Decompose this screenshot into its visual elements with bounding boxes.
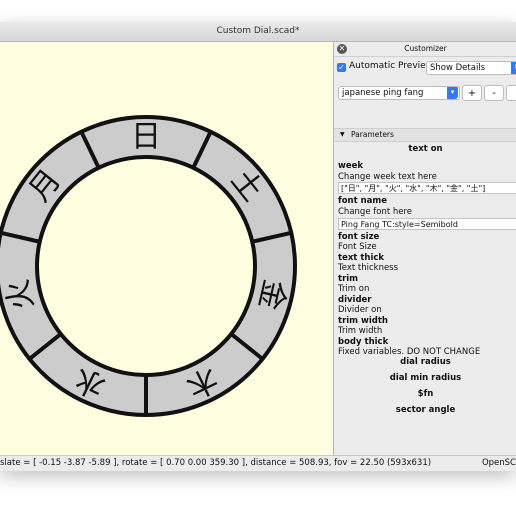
customizer-header: ✕ Customizer bbox=[334, 42, 516, 57]
param-name-week: week bbox=[338, 161, 364, 171]
dial-preview: 日土金木水火月 bbox=[0, 115, 297, 417]
dial-label: 日 bbox=[131, 120, 161, 155]
app-window: Custom Dial.scad* 日土金木水火月 ✕ Customizer ✓… bbox=[0, 22, 516, 471]
auto-preview-checkbox[interactable]: ✓ bbox=[337, 63, 346, 72]
details-select[interactable]: Show Details ⇕ bbox=[426, 61, 516, 75]
param-name-font-size: font size bbox=[338, 232, 380, 242]
param-name-trim-width: trim width bbox=[338, 316, 388, 326]
preview-options-row: ✓ Automatic Preview Show Details ⇕ bbox=[334, 57, 516, 79]
font-name-input[interactable]: Ping Fang TC:style=Semibold bbox=[338, 218, 516, 230]
param-name-text-thick: text thick bbox=[338, 253, 385, 263]
param-desc-week: Change week text here bbox=[338, 172, 437, 182]
remove-preset-button[interactable]: - bbox=[484, 85, 504, 101]
param-desc-font-size: Font Size bbox=[338, 242, 377, 252]
customizer-panel: ✕ Customizer ✓ Automatic Preview Show De… bbox=[333, 42, 516, 455]
param-desc-trim-width: Trim width bbox=[338, 326, 383, 336]
param-name-body-thick: body thick bbox=[338, 337, 389, 347]
chevron-down-icon: ▾ bbox=[447, 87, 458, 99]
param-desc-body-thick: Fixed variables. DO NOT CHANGE bbox=[338, 347, 481, 357]
status-brand: OpenSC bbox=[481, 458, 516, 468]
section-sector-angle: sector angle bbox=[395, 405, 456, 415]
preset-select-value: japanese ping fang bbox=[342, 88, 424, 98]
param-name-trim: trim bbox=[338, 274, 359, 284]
tab-heading: text on bbox=[408, 144, 443, 154]
section-dial-min-radius: dial min radius bbox=[389, 373, 462, 383]
parameters-label: Parameters bbox=[351, 130, 394, 139]
status-bar: slate = [ -0.15 -3.87 -5.89 ], rotate = … bbox=[0, 455, 516, 471]
param-desc-font-name: Change font here bbox=[338, 207, 413, 217]
section-dial-radius: dial radius bbox=[400, 357, 451, 367]
extra-preset-button[interactable] bbox=[506, 85, 516, 101]
auto-preview-label: Automatic Preview bbox=[349, 61, 434, 71]
window-title: Custom Dial.scad* bbox=[0, 22, 516, 42]
param-name-divider: divider bbox=[338, 295, 372, 305]
disclosure-triangle-icon: ▼ bbox=[340, 131, 345, 138]
add-preset-button[interactable]: + bbox=[462, 85, 482, 101]
preview-viewport[interactable]: 日土金木水火月 bbox=[0, 42, 333, 455]
param-desc-text-thick: Text thickness bbox=[338, 263, 399, 273]
param-name-font-name: font name bbox=[338, 196, 388, 206]
preset-row: japanese ping fang ▾ + - bbox=[334, 79, 516, 109]
week-input[interactable]: ["日", "月", "火", "水", "木", "金", "土"] bbox=[338, 182, 516, 194]
parameters-header[interactable]: ▼ Parameters bbox=[334, 128, 516, 142]
customizer-title: Customizer bbox=[404, 44, 447, 53]
details-select-value: Show Details bbox=[430, 63, 486, 73]
param-desc-trim: Trim on bbox=[338, 284, 370, 294]
status-text: slate = [ -0.15 -3.87 -5.89 ], rotate = … bbox=[0, 458, 432, 468]
param-desc-divider: Divider on bbox=[338, 305, 382, 315]
section-fn: $fn bbox=[417, 389, 434, 399]
chevron-down-icon: ⇕ bbox=[511, 62, 516, 74]
preset-select[interactable]: japanese ping fang ▾ bbox=[338, 86, 460, 100]
dial-inner-circle bbox=[35, 155, 257, 377]
